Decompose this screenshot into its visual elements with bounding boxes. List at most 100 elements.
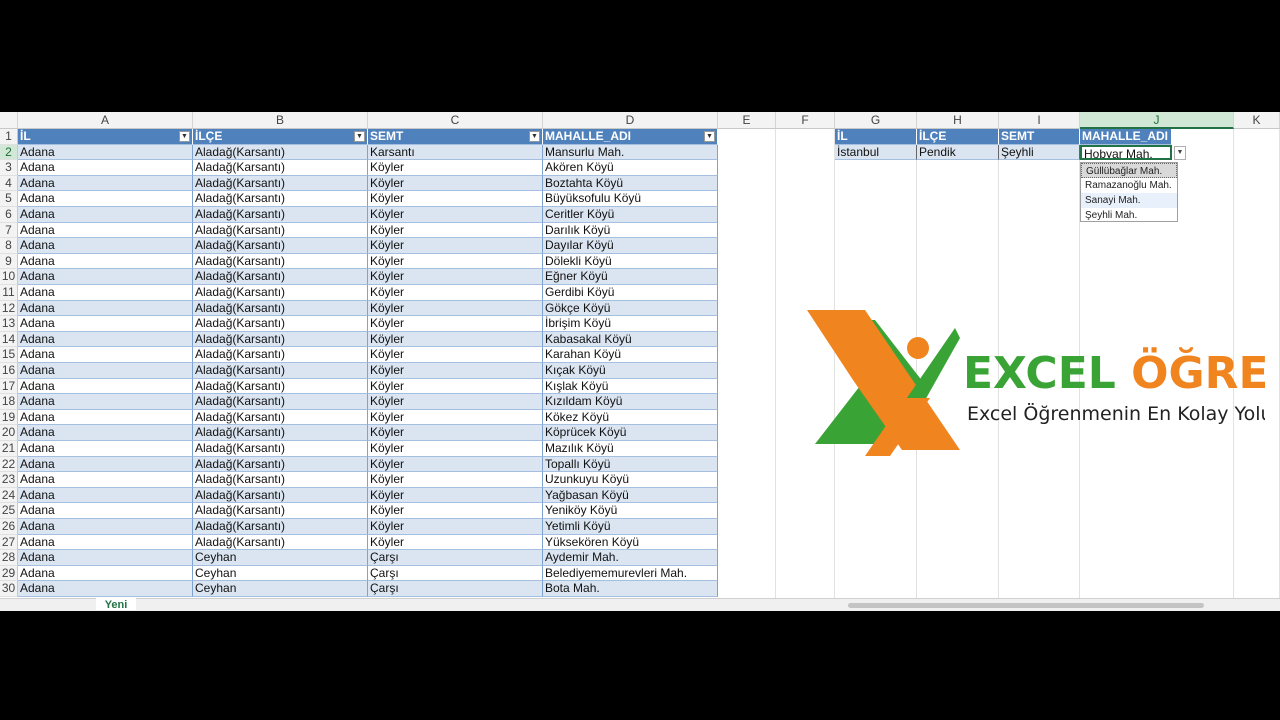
table-cell[interactable]: Mansurlu Mah. [543, 144, 718, 161]
table-cell[interactable]: Köyler [368, 425, 543, 441]
table-cell[interactable]: Köyler [368, 487, 543, 504]
table-cell[interactable]: Aladağ(Karsantı) [193, 285, 368, 301]
table-cell[interactable]: Gökçe Köyü [543, 300, 718, 317]
table-cell[interactable]: Aladağ(Karsantı) [193, 207, 368, 223]
table-cell[interactable]: Büyüksofulu Köyü [543, 191, 718, 207]
table-cell[interactable]: İbrişim Köyü [543, 316, 718, 332]
table-cell[interactable]: Ceyhan [193, 565, 368, 582]
table-cell[interactable]: Boztahta Köyü [543, 175, 718, 192]
table-cell[interactable]: Yüksekören Köyü [543, 534, 718, 551]
table-cell[interactable]: Adana [18, 285, 193, 301]
table-cell[interactable]: Adana [18, 269, 193, 285]
table-cell[interactable]: Aladağ(Karsantı) [193, 222, 368, 239]
table-header-cell[interactable]: İL ▼ [18, 129, 193, 145]
row-header-21[interactable]: 21 [0, 441, 18, 457]
lookup-cell[interactable]: Şeyhli [999, 144, 1080, 161]
table-cell[interactable]: Çarşı [368, 581, 543, 597]
sheet-tab-yeni[interactable]: Yeni [96, 598, 136, 610]
row-header-20[interactable]: 20 [0, 425, 18, 441]
table-cell[interactable]: Ceyhan [193, 581, 368, 597]
dropdown-option[interactable]: Sanayi Mah. [1081, 193, 1177, 208]
row-header-10[interactable]: 10 [0, 269, 18, 285]
lookup-cell[interactable]: İstanbul [835, 144, 917, 161]
table-cell[interactable]: Adana [18, 503, 193, 519]
row-header-24[interactable]: 24 [0, 487, 18, 504]
table-cell[interactable]: Aladağ(Karsantı) [193, 347, 368, 363]
table-cell[interactable]: Köyler [368, 519, 543, 535]
table-cell[interactable]: Adana [18, 409, 193, 426]
table-cell[interactable]: Köyler [368, 191, 543, 207]
table-cell[interactable]: Karsantı [368, 144, 543, 161]
table-cell[interactable]: Köyler [368, 300, 543, 317]
table-cell[interactable]: Dölekli Köyü [543, 253, 718, 270]
table-cell[interactable]: Aladağ(Karsantı) [193, 269, 368, 285]
table-cell[interactable]: Adana [18, 519, 193, 535]
table-cell[interactable]: Köyler [368, 207, 543, 223]
table-cell[interactable]: Köyler [368, 316, 543, 332]
table-cell[interactable]: Aladağ(Karsantı) [193, 300, 368, 317]
row-header-22[interactable]: 22 [0, 456, 18, 473]
column-header-e[interactable]: E [718, 112, 776, 129]
row-header-9[interactable]: 9 [0, 253, 18, 270]
table-cell[interactable]: Yetimli Köyü [543, 519, 718, 535]
row-header-12[interactable]: 12 [0, 300, 18, 317]
row-header-18[interactable]: 18 [0, 394, 18, 410]
table-cell[interactable]: Adana [18, 300, 193, 317]
table-cell[interactable]: Kışlak Köyü [543, 378, 718, 395]
table-cell[interactable]: Köyler [368, 503, 543, 519]
table-cell[interactable]: Adana [18, 207, 193, 223]
table-cell[interactable]: Aladağ(Karsantı) [193, 175, 368, 192]
validation-dropdown-arrow-icon[interactable]: ▼ [1174, 145, 1186, 160]
table-cell[interactable]: Aladağ(Karsantı) [193, 441, 368, 457]
row-header-28[interactable]: 28 [0, 550, 18, 566]
table-cell[interactable]: Aladağ(Karsantı) [193, 456, 368, 473]
table-cell[interactable]: Darılık Köyü [543, 222, 718, 239]
column-header-i[interactable]: I [999, 112, 1080, 129]
table-cell[interactable]: Köyler [368, 285, 543, 301]
table-cell[interactable]: Belediyememurevleri Mah. [543, 565, 718, 582]
table-cell[interactable]: Köyler [368, 472, 543, 488]
column-header-d[interactable]: D [543, 112, 718, 129]
table-cell[interactable]: Aladağ(Karsantı) [193, 472, 368, 488]
table-cell[interactable]: Köprücek Köyü [543, 425, 718, 441]
row-header-29[interactable]: 29 [0, 565, 18, 582]
dropdown-option[interactable]: Ramazanoğlu Mah. [1081, 178, 1177, 193]
table-cell[interactable]: Adana [18, 472, 193, 488]
table-cell[interactable]: Aladağ(Karsantı) [193, 363, 368, 379]
dropdown-option[interactable]: Şeyhli Mah. [1081, 208, 1177, 223]
table-cell[interactable]: Aladağ(Karsantı) [193, 394, 368, 410]
table-cell[interactable]: Adana [18, 316, 193, 332]
table-cell[interactable]: Aladağ(Karsantı) [193, 191, 368, 207]
table-cell[interactable]: Köyler [368, 175, 543, 192]
table-cell[interactable]: Adana [18, 222, 193, 239]
row-header-4[interactable]: 4 [0, 175, 18, 192]
table-cell[interactable]: Aladağ(Karsantı) [193, 487, 368, 504]
table-cell[interactable]: Köyler [368, 269, 543, 285]
lookup-header-cell[interactable]: İLÇE [917, 129, 999, 145]
table-cell[interactable]: Aladağ(Karsantı) [193, 253, 368, 270]
table-cell[interactable]: Adana [18, 581, 193, 597]
table-cell[interactable]: Gerdibi Köyü [543, 285, 718, 301]
table-cell[interactable]: Kızıldam Köyü [543, 394, 718, 410]
row-header-13[interactable]: 13 [0, 316, 18, 332]
table-cell[interactable]: Akören Köyü [543, 160, 718, 176]
table-cell[interactable]: Aladağ(Karsantı) [193, 160, 368, 176]
table-cell[interactable]: Ceyhan [193, 550, 368, 566]
table-cell[interactable]: Aladağ(Karsantı) [193, 409, 368, 426]
lookup-header-cell[interactable]: İL [835, 129, 917, 145]
select-all-corner[interactable] [0, 112, 18, 129]
table-cell[interactable]: Adana [18, 175, 193, 192]
table-cell[interactable]: Ceritler Köyü [543, 207, 718, 223]
table-cell[interactable]: Çarşı [368, 550, 543, 566]
row-header-5[interactable]: 5 [0, 191, 18, 207]
table-cell[interactable]: Adana [18, 331, 193, 348]
row-header-26[interactable]: 26 [0, 519, 18, 535]
column-header-j[interactable]: J [1080, 112, 1234, 129]
row-header-8[interactable]: 8 [0, 238, 18, 254]
table-cell[interactable]: Köyler [368, 238, 543, 254]
table-cell[interactable]: Adana [18, 160, 193, 176]
table-cell[interactable]: Eğner Köyü [543, 269, 718, 285]
filter-dropdown-icon[interactable]: ▼ [704, 131, 715, 142]
row-header-16[interactable]: 16 [0, 363, 18, 379]
table-cell[interactable]: Adana [18, 253, 193, 270]
